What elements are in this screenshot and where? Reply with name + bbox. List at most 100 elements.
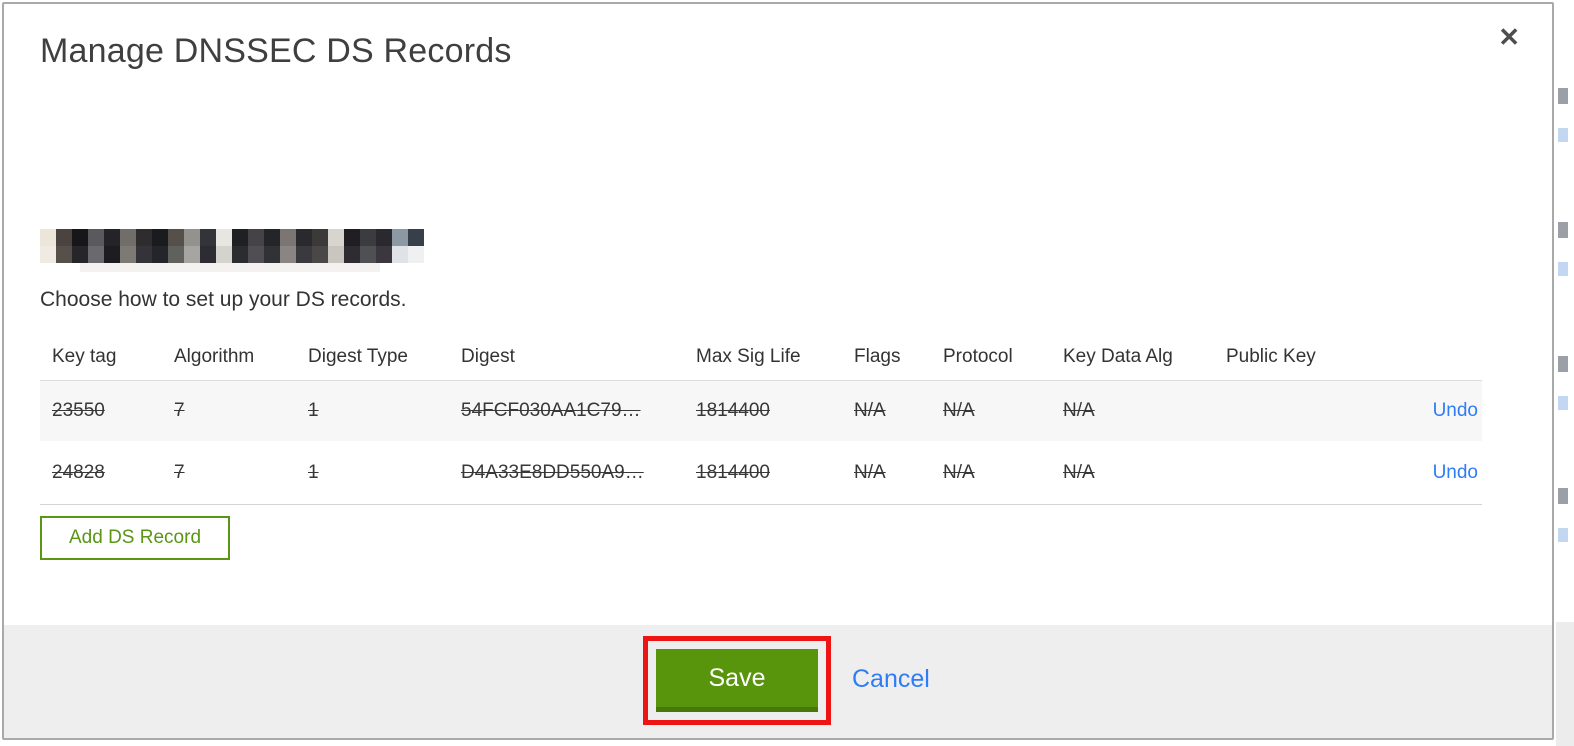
redacted-pixel [120,229,136,246]
redacted-pixel [152,246,168,263]
cell-flags: N/A [854,461,886,483]
cell-key-data-alg: N/A [1063,461,1095,483]
redacted-pixel [88,246,104,263]
header-key-tag: Key tag [52,346,117,367]
redacted-pixel [40,229,56,246]
redacted-pixel [232,246,248,263]
cell-key-tag: 24828 [52,461,105,483]
redacted-pixel [72,246,88,263]
add-ds-record-button[interactable]: Add DS Record [40,516,231,560]
header-max-sig-life: Max Sig Life [696,346,801,367]
cell-digest-type: 1 [308,400,319,421]
background-content-fragment [1558,488,1568,504]
background-content-fragment [1558,88,1568,104]
redacted-domain-name [40,229,424,263]
redacted-pixel [136,246,152,263]
redacted-pixel [408,246,424,263]
redacted-pixel [344,229,360,246]
redacted-pixel [376,246,392,263]
redacted-pixel [232,229,248,246]
redacted-pixel [248,246,264,263]
header-protocol: Protocol [943,346,1013,367]
close-icon[interactable]: ✕ [1498,24,1520,50]
redacted-pixel [392,229,408,246]
manage-dnssec-modal: Manage DNSSEC DS Records ✕ Choose how to… [2,2,1554,740]
cell-max-sig-life: 1814400 [696,400,770,421]
redacted-pixel [152,229,168,246]
redacted-pixel [296,229,312,246]
redacted-pixel [136,229,152,246]
background-content-fragment [1558,128,1568,142]
cell-protocol: N/A [943,400,975,421]
redacted-pixel [248,229,264,246]
redacted-pixel [264,246,280,263]
background-footer-fragment [1556,622,1574,746]
redacted-pixel [56,246,72,263]
cell-flags: N/A [854,400,886,421]
redacted-pixel [200,229,216,246]
redacted-pixel [120,246,136,263]
modal-title: Manage DNSSEC DS Records [40,32,512,70]
redacted-pixel [408,229,424,246]
table-header-row: Key tag Algorithm Digest Type Digest Max… [40,334,1482,380]
background-content-fragment [1558,528,1568,542]
redacted-pixel [200,246,216,263]
redacted-pixel [312,229,328,246]
redacted-pixel [104,229,120,246]
redacted-pixel [344,246,360,263]
redacted-pixel [104,246,120,263]
cell-algorithm: 7 [174,461,185,483]
annotation-highlight-box: Save [643,636,831,725]
cell-digest: D4A33E8DD550A9… [461,461,644,483]
header-key-data-alg: Key Data Alg [1063,346,1173,367]
redacted-pixel [168,229,184,246]
cell-protocol: N/A [943,461,975,483]
redacted-pixel [184,246,200,263]
background-content-fragment [1558,262,1568,276]
header-digest: Digest [461,346,515,367]
redacted-pixel [280,246,296,263]
cell-key-tag: 23550 [52,400,105,421]
save-button[interactable]: Save [656,649,818,712]
redacted-pixel [72,229,88,246]
redacted-pixel [40,246,56,263]
modal-footer: Save Cancel [4,625,1552,738]
redacted-pixel [392,246,408,263]
table-row: 23550 7 1 54FCF030AA1C79… 1814400 N/A N/… [40,380,1482,441]
redacted-pixel [264,229,280,246]
header-digest-type: Digest Type [308,346,408,367]
cell-digest: 54FCF030AA1C79… [461,400,641,421]
redacted-pixel [216,246,232,263]
header-algorithm: Algorithm [174,346,255,367]
background-page-sliver [1556,0,1574,746]
intro-text: Choose how to set up your DS records. [40,288,407,311]
cell-key-data-alg: N/A [1063,400,1095,421]
redacted-pixel [280,229,296,246]
redacted-domain-shadow [80,263,380,272]
redacted-pixel [376,229,392,246]
redacted-pixel [216,229,232,246]
background-content-fragment [1558,222,1568,238]
redacted-pixel [312,246,328,263]
redacted-pixel [296,246,312,263]
cell-digest-type: 1 [308,461,319,483]
undo-link[interactable]: Undo [1433,400,1478,422]
undo-link[interactable]: Undo [1433,462,1478,484]
cell-algorithm: 7 [174,400,185,421]
redacted-pixel [184,229,200,246]
redacted-pixel [360,229,376,246]
header-flags: Flags [854,346,901,367]
redacted-pixel [56,229,72,246]
redacted-pixel [360,246,376,263]
cancel-link[interactable]: Cancel [852,665,930,694]
background-content-fragment [1558,396,1568,410]
table-row: 24828 7 1 D4A33E8DD550A9… 1814400 N/A N/… [40,441,1482,505]
redacted-pixel [168,246,184,263]
ds-records-table: Key tag Algorithm Digest Type Digest Max… [40,334,1482,505]
header-public-key: Public Key [1226,346,1316,367]
redacted-pixel [328,246,344,263]
cell-max-sig-life: 1814400 [696,461,770,483]
redacted-pixel [88,229,104,246]
redacted-pixel [328,229,344,246]
background-content-fragment [1558,356,1568,372]
